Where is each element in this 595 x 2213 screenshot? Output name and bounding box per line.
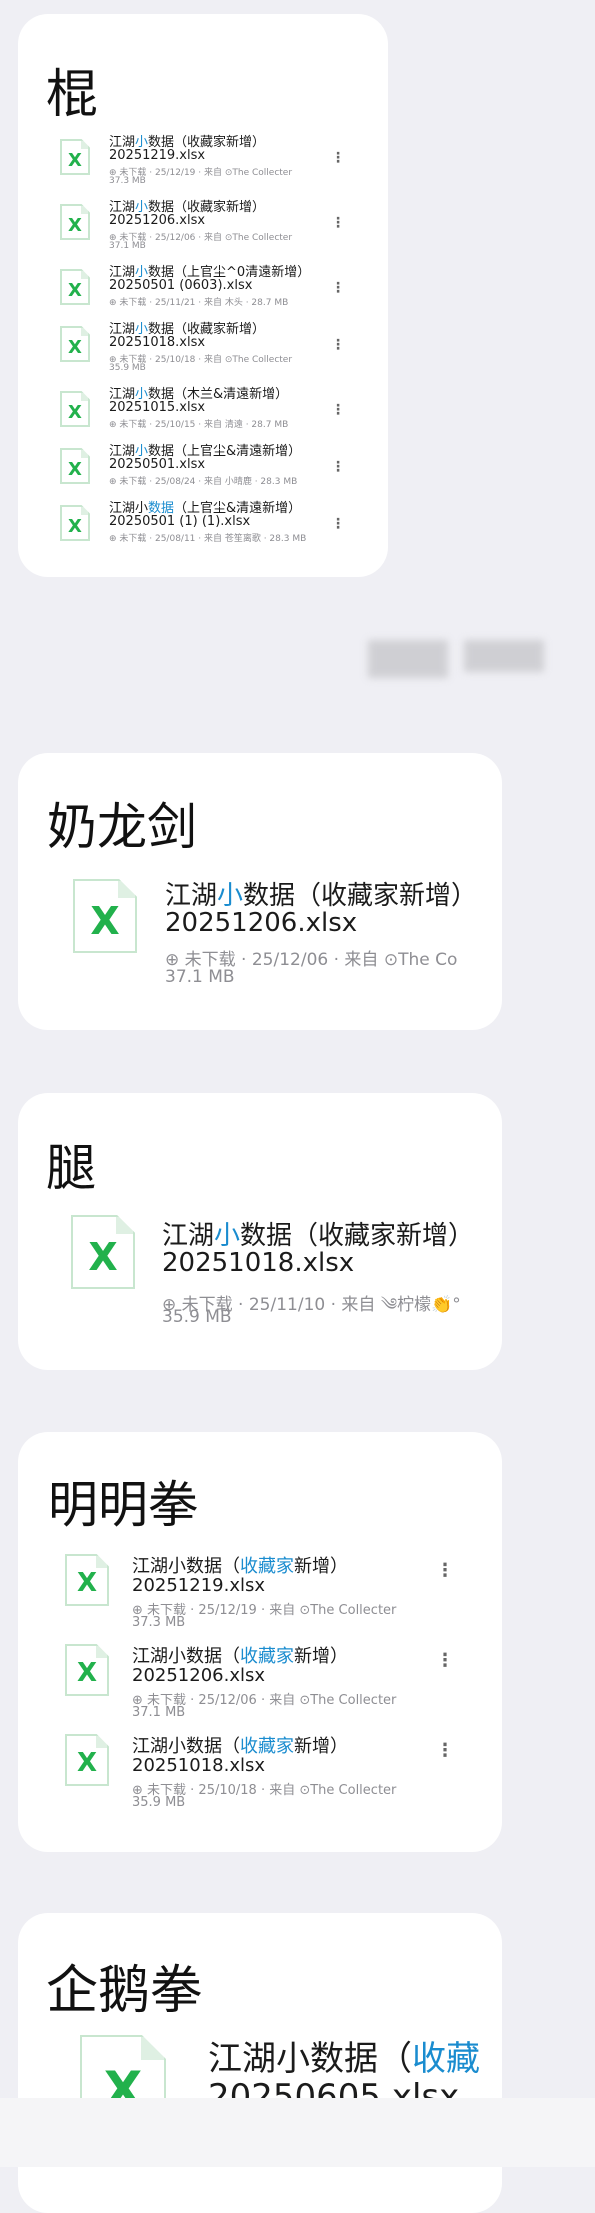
file-row[interactable]: X 江湖小数据（收藏家新增） 20251018.xlsx ⊕ 未下载 · 25/… [18,318,388,380]
excel-file-icon: X [65,1554,109,1606]
file-size: 37.1 MB [132,1705,186,1720]
file-name: 20250501.xlsx [109,457,206,472]
file-row[interactable]: X 江湖小数据（上官尘&清遠新增） 20250501 (1) (1).xlsx … [18,497,388,553]
file-row[interactable]: X 江湖小数据（收藏家新增） 20251018.xlsx ⊕ 未下载 · 25/… [18,1215,502,1345]
file-row[interactable]: X 江湖小数据（收藏家新增） 20251206.xlsx ⊕ 未下载 · 25/… [18,875,502,1005]
more-options-icon[interactable]: ⋮ [331,151,345,165]
collection-title: 腿 [46,1139,96,1197]
file-name: 20250501 (1) (1).xlsx [109,514,251,529]
file-row[interactable]: X 江湖小数据（上官尘&清遠新增） 20250501.xlsx ⊕ 未下载 · … [18,440,388,496]
more-options-icon[interactable]: ⋮ [331,517,345,531]
file-size: 35.9 MB [132,1795,186,1810]
more-options-icon[interactable]: ⋮ [436,1742,454,1760]
file-row[interactable]: X 江湖小数据（上官尘^0清遠新增） 20250501 (0603).xlsx … [18,261,388,317]
excel-file-icon: X [65,1644,109,1696]
file-row[interactable]: X 江湖小数据（木兰&清遠新增） 20251015.xlsx ⊕ 未下载 · 2… [18,383,388,439]
collection-card-mingming-fist: 明明拳 X 江湖小数据（收藏家新增） 20251219.xlsx ⊕ 未下载 ·… [18,1432,502,1852]
file-name: 20251219.xlsx [132,1575,266,1596]
file-meta: ⊕ 未下载 · 25/11/21 · 来自 木头 · 28.7 MB [109,298,289,308]
file-name: 20251206.xlsx [132,1665,266,1686]
redacted-blur [464,640,544,672]
file-title: 江湖小数据（收藏 [208,2039,480,2079]
collection-card-gun: 棍 X 江湖小数据（收藏家新增） 20251219.xlsx ⊕ 未下载 · 2… [18,14,388,577]
excel-file-icon: X [71,1215,135,1289]
file-meta: ⊕ 未下载 · 25/08/11 · 来自 苍笙离歌 · 28.3 MB [109,534,307,544]
file-row[interactable]: X 江湖小数据（收藏家新增） 20251219.xlsx ⊕ 未下载 · 25/… [18,1552,502,1637]
more-options-icon[interactable]: ⋮ [436,1652,454,1670]
file-size: 37.1 MB [165,967,235,987]
file-name: 20250501 (0603).xlsx [109,278,253,293]
file-meta: ⊕ 未下载 · 25/10/15 · 来自 清遠 · 28.7 MB [109,420,289,430]
more-options-icon[interactable]: ⋮ [331,338,345,352]
collection-title: 棍 [46,65,99,125]
excel-file-icon: X [73,879,137,953]
file-name: 20251015.xlsx [109,400,206,415]
excel-file-icon: X [60,505,90,541]
file-meta: ⊕ 未下载 · 25/08/24 · 来自 小晴鹿 · 28.3 MB [109,477,298,487]
more-options-icon[interactable]: ⋮ [331,460,345,474]
file-name: 20251206.xlsx [109,213,206,228]
file-row[interactable]: X 江湖小数据（收藏家新增） 20251219.xlsx ⊕ 未下载 · 25/… [18,131,388,193]
file-size: 37.1 MB [109,241,146,251]
collection-title: 企鹅拳 [46,1961,203,2021]
file-name: 20251219.xlsx [109,148,206,163]
excel-file-icon: X [60,391,90,427]
collection-card-nailong-sword: 奶龙剑 X 江湖小数据（收藏家新增） 20251206.xlsx ⊕ 未下载 ·… [18,753,502,1030]
excel-file-icon: X [60,139,90,175]
file-title: 江湖小数据（收藏家新增） [165,881,478,911]
file-title: 江湖小数据（收藏家新增） [162,1221,475,1251]
collection-card-leg: 腿 X 江湖小数据（收藏家新增） 20251018.xlsx ⊕ 未下载 · 2… [18,1093,502,1370]
more-options-icon[interactable]: ⋮ [436,1562,454,1580]
file-name: 20251018.xlsx [162,1248,355,1278]
excel-file-icon: X [65,1734,109,1786]
file-name: 20251206.xlsx [165,908,358,938]
collection-title: 明明拳 [48,1476,198,1534]
redacted-blur [368,640,448,678]
file-size: 37.3 MB [132,1615,186,1630]
more-options-icon[interactable]: ⋮ [331,216,345,230]
collection-title: 奶龙剑 [47,798,197,856]
file-size: 35.9 MB [109,363,146,373]
excel-file-icon: X [60,326,90,362]
more-options-icon[interactable]: ⋮ [331,403,345,417]
file-row[interactable]: X 江湖小数据（收藏家新增） 20251206.xlsx ⊕ 未下载 · 25/… [18,196,388,258]
file-row[interactable]: X 江湖小数据（收藏家新增） 20251206.xlsx ⊕ 未下载 · 25/… [18,1642,502,1727]
file-name: 20251018.xlsx [109,335,206,350]
file-name: 20251018.xlsx [132,1755,266,1776]
collection-card-penguin-fist: 企鹅拳 X 江湖小数据（收藏 20250605.xlsx [18,1913,502,2213]
more-options-icon[interactable]: ⋮ [331,281,345,295]
excel-file-icon: X [60,269,90,305]
excel-file-icon: X [60,448,90,484]
file-size: 35.9 MB [162,1307,232,1327]
excel-file-icon: X [60,204,90,240]
file-size: 37.3 MB [109,176,146,186]
bottom-bar [0,2098,595,2167]
file-row[interactable]: X 江湖小数据（收藏家新增） 20251018.xlsx ⊕ 未下载 · 25/… [18,1732,502,1817]
